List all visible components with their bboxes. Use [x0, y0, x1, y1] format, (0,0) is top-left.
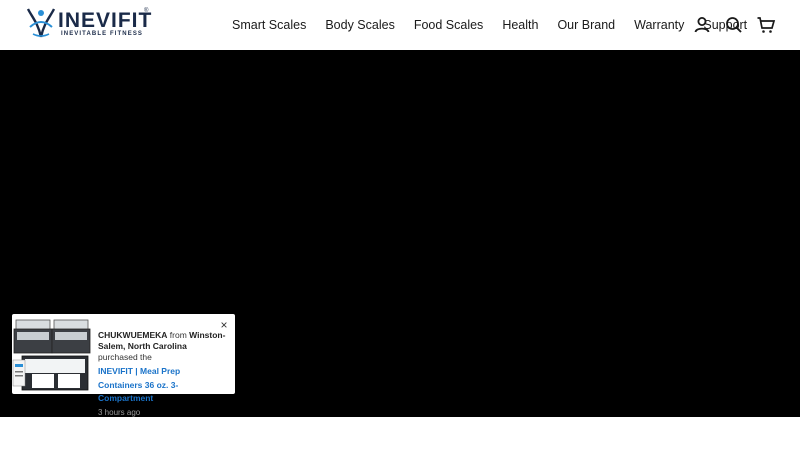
purchase-action: purchased the: [98, 352, 152, 362]
search-icon: [726, 17, 742, 33]
nav-smart-scales[interactable]: Smart Scales: [232, 16, 306, 34]
brand-tagline: INEVITABLE FITNESS: [61, 31, 144, 37]
purchase-message: CHUKWUEMEKA from Winston-Salem, North Ca…: [98, 330, 226, 418]
nav-food-scales[interactable]: Food Scales: [414, 16, 483, 34]
meal-prep-containers-image: [12, 316, 92, 392]
brand-logo[interactable]: INEVIFIT ® INEVITABLE FITNESS: [24, 7, 154, 41]
recent-purchase-popup[interactable]: CHUKWUEMEKA from Winston-Salem, North Ca…: [12, 314, 235, 417]
brand-mark-icon: [26, 8, 56, 38]
cart-button[interactable]: [756, 15, 776, 35]
main-nav: Smart Scales Body Scales Food Scales Hea…: [232, 16, 747, 34]
nav-our-brand[interactable]: Our Brand: [557, 16, 615, 34]
nav-health[interactable]: Health: [502, 16, 538, 34]
cart-icon: [757, 17, 776, 33]
purchase-time: 3 hours ago: [98, 407, 141, 417]
close-icon[interactable]: ×: [218, 319, 230, 331]
site-header: INEVIFIT ® INEVITABLE FITNESS Smart Scal…: [0, 0, 800, 50]
product-thumbnail[interactable]: [12, 316, 92, 392]
purchased-product-link[interactable]: INEVIFIT | Meal Prep Containers 36 oz. 3…: [98, 365, 226, 406]
page-content-strip: [0, 417, 800, 450]
brand-name: INEVIFIT: [58, 9, 153, 32]
nav-warranty[interactable]: Warranty: [634, 16, 684, 34]
registered-mark: ®: [144, 8, 149, 14]
nav-body-scales[interactable]: Body Scales: [325, 16, 394, 34]
from-word: from: [169, 330, 187, 340]
account-button[interactable]: [692, 15, 712, 35]
search-button[interactable]: [724, 15, 744, 35]
buyer-name: CHUKWUEMEKA: [98, 330, 168, 340]
user-icon: [694, 17, 710, 33]
